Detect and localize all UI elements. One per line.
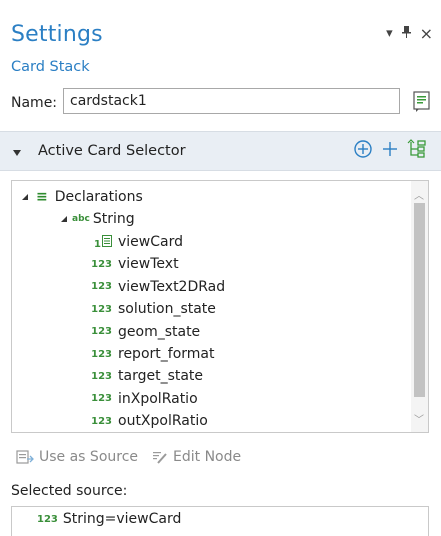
tree-item-label: viewText xyxy=(118,256,179,273)
number-type-icon: 123 xyxy=(91,393,112,405)
add-circle-icon[interactable] xyxy=(353,139,373,159)
tree-item-label: viewText2DRad xyxy=(118,278,226,295)
scroll-thumb[interactable] xyxy=(414,203,425,397)
tree-node-string[interactable]: abc String xyxy=(61,209,135,229)
panel-subtitle: Card Stack xyxy=(11,59,90,75)
name-label: Name: xyxy=(11,95,58,111)
selected-source-value: String=viewCard xyxy=(62,511,182,527)
scroll-down-icon[interactable]: ﹀ xyxy=(414,411,424,426)
tree-item-label: inXpolRatio xyxy=(118,390,198,407)
scroll-up-icon[interactable]: ︿ xyxy=(414,187,424,202)
number-type-icon: 123 xyxy=(91,326,112,338)
edit-node-label: Edit Node xyxy=(173,449,242,465)
number-type-icon: 123 xyxy=(91,370,112,382)
section-title: Active Card Selector xyxy=(38,143,186,159)
window-controls: ▾ × xyxy=(386,24,433,43)
tree-node-label: Declarations xyxy=(54,189,143,205)
tree-item[interactable]: 123 outXpolRatio xyxy=(90,411,208,431)
string-type-icon: abc xyxy=(72,214,90,224)
use-as-source-icon xyxy=(16,450,34,464)
declarations-icon: ≡ xyxy=(36,189,48,205)
number-type-icon: 123 xyxy=(91,258,112,270)
number-type-icon: 123 xyxy=(91,348,112,360)
tree-item[interactable]: 123 viewText2DRad xyxy=(90,277,225,297)
tree-item[interactable]: 123 report_format xyxy=(90,344,214,364)
edit-node-icon xyxy=(153,452,167,464)
tree-item-label: target_state xyxy=(118,368,204,385)
tree-item[interactable]: 123 inXpolRatio xyxy=(90,389,198,409)
card-doc-icon xyxy=(102,234,112,247)
number-type-icon: 123 xyxy=(91,303,112,315)
panel-title: Settings xyxy=(11,22,103,47)
name-input[interactable]: cardstack1 xyxy=(63,88,400,114)
dropdown-icon[interactable]: ▾ xyxy=(386,26,393,41)
tree-item[interactable]: 123 solution_state xyxy=(90,299,216,319)
rename-button[interactable] xyxy=(411,90,433,112)
tree-item-label: viewCard xyxy=(118,234,183,250)
number-type-icon: 123 xyxy=(91,415,112,427)
tree-item[interactable]: 123 viewText xyxy=(90,254,179,274)
tree-node-icon[interactable] xyxy=(407,139,427,159)
card-variable-icon: 1 xyxy=(90,234,112,250)
tree-item[interactable]: 1 viewCard xyxy=(90,232,183,252)
tree-item[interactable]: 123 geom_state xyxy=(90,322,200,342)
tree-item[interactable]: 123 target_state xyxy=(90,366,203,386)
selected-source-item[interactable]: 123 String=viewCard xyxy=(37,511,181,527)
edit-node-button[interactable]: Edit Node xyxy=(152,449,241,465)
tree-item-label: solution_state xyxy=(118,301,216,318)
tree-item-label: report_format xyxy=(118,346,215,362)
tree-item-label: geom_state xyxy=(118,323,201,340)
card-variable-icon-text: 1 xyxy=(94,238,101,250)
section-toolbar xyxy=(353,139,427,159)
number-type-icon: 123 xyxy=(37,513,58,525)
use-as-source-label: Use as Source xyxy=(39,449,139,465)
use-as-source-button[interactable]: Use as Source xyxy=(16,449,138,465)
pin-icon[interactable] xyxy=(401,25,411,42)
declarations-tree[interactable]: ︿ ﹀ ≡ Declarations abc String 1 viewCard 1… xyxy=(11,180,429,433)
number-type-icon: 123 xyxy=(91,281,112,293)
selected-source-label: Selected source: xyxy=(11,483,128,499)
tree-node-label: String xyxy=(92,211,135,227)
expand-triangle-icon[interactable] xyxy=(61,216,67,222)
expand-triangle-icon[interactable] xyxy=(22,194,28,200)
close-icon[interactable]: × xyxy=(420,24,433,43)
tree-item-label: outXpolRatio xyxy=(118,413,208,430)
tree-node-declarations[interactable]: ≡ Declarations xyxy=(22,187,143,207)
rename-icon xyxy=(413,91,430,112)
node-toolbar: Use as Source Edit Node xyxy=(16,449,249,465)
collapse-caret-icon[interactable] xyxy=(13,150,21,156)
add-icon[interactable] xyxy=(381,140,399,158)
